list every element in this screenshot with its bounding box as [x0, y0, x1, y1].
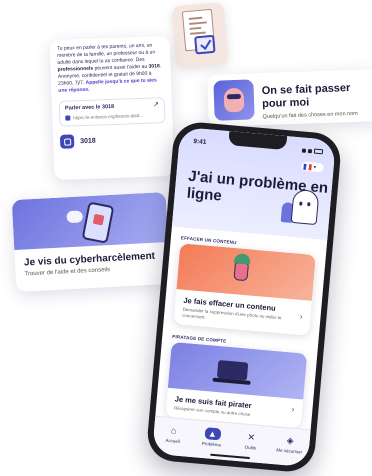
french-flag-icon: [303, 163, 312, 170]
link-icon: [65, 115, 71, 121]
phone-number-icon: [59, 134, 75, 149]
battery-icon: [313, 148, 324, 155]
number-label: 3018: [80, 137, 96, 145]
call-3018-box[interactable]: Parler avec le 3018 https://e-enfance.or…: [58, 97, 166, 127]
masked-person-icon: [213, 79, 255, 121]
home-icon: ⌂: [170, 425, 177, 436]
cyberbullying-card[interactable]: Je vis du cyberharcèlement Trouver de l'…: [11, 192, 171, 292]
shield-icon: ◈: [286, 434, 295, 446]
info-text: Tu peux en parler à tes parents, un ami,…: [56, 42, 162, 94]
hacked-account-card[interactable]: Je me suis fait pirater Récupérer son co…: [165, 341, 308, 429]
tab-probleme[interactable]: ▲ Problème: [196, 426, 228, 448]
tab-outils[interactable]: ✕ Outils: [235, 430, 267, 452]
number-row[interactable]: 3018: [59, 131, 166, 149]
document-check-icon: [171, 1, 229, 69]
impersonation-title: On se fait passer pour moi: [261, 82, 351, 111]
call-url: https://e-enfance.org/besoin-daid...: [73, 112, 143, 121]
cyberbullying-illustration: [11, 192, 169, 251]
language-selector[interactable]: ▾: [301, 161, 324, 173]
hacked-illustration: [167, 341, 308, 400]
ghost-icon: [290, 188, 320, 226]
impersonation-card[interactable]: On se fait passer pour moi Quelqu'un fai…: [207, 69, 372, 127]
tab-me-securiser[interactable]: ◈ Me sécuriser: [274, 433, 306, 455]
wifi-icon: [307, 148, 313, 153]
tools-icon: ✕: [247, 431, 256, 442]
erase-illustration: [176, 243, 316, 301]
external-link-icon[interactable]: ↗: [153, 101, 159, 108]
phone-screen: 9:41 ▾ J'ai un problème en ligne EFFACER…: [152, 126, 336, 468]
status-time: 9:41: [193, 138, 207, 147]
signal-icon: [301, 148, 307, 153]
erase-content-card[interactable]: Je fais effacer un contenu Demander la s…: [173, 243, 316, 336]
phone-mockup: 9:41 ▾ J'ai un problème en ligne EFFACER…: [145, 120, 343, 474]
tab-accueil[interactable]: ⌂ Accueil: [158, 423, 190, 445]
warning-icon: ▲: [203, 427, 221, 441]
impersonation-subtitle: Quelqu'un fait des choses en mon nom: [262, 110, 358, 121]
chevron-right-icon: ›: [299, 311, 303, 322]
info-card: Tu peux en parler à tes parents, un ami,…: [49, 35, 175, 181]
chevron-down-icon: ▾: [313, 164, 317, 171]
